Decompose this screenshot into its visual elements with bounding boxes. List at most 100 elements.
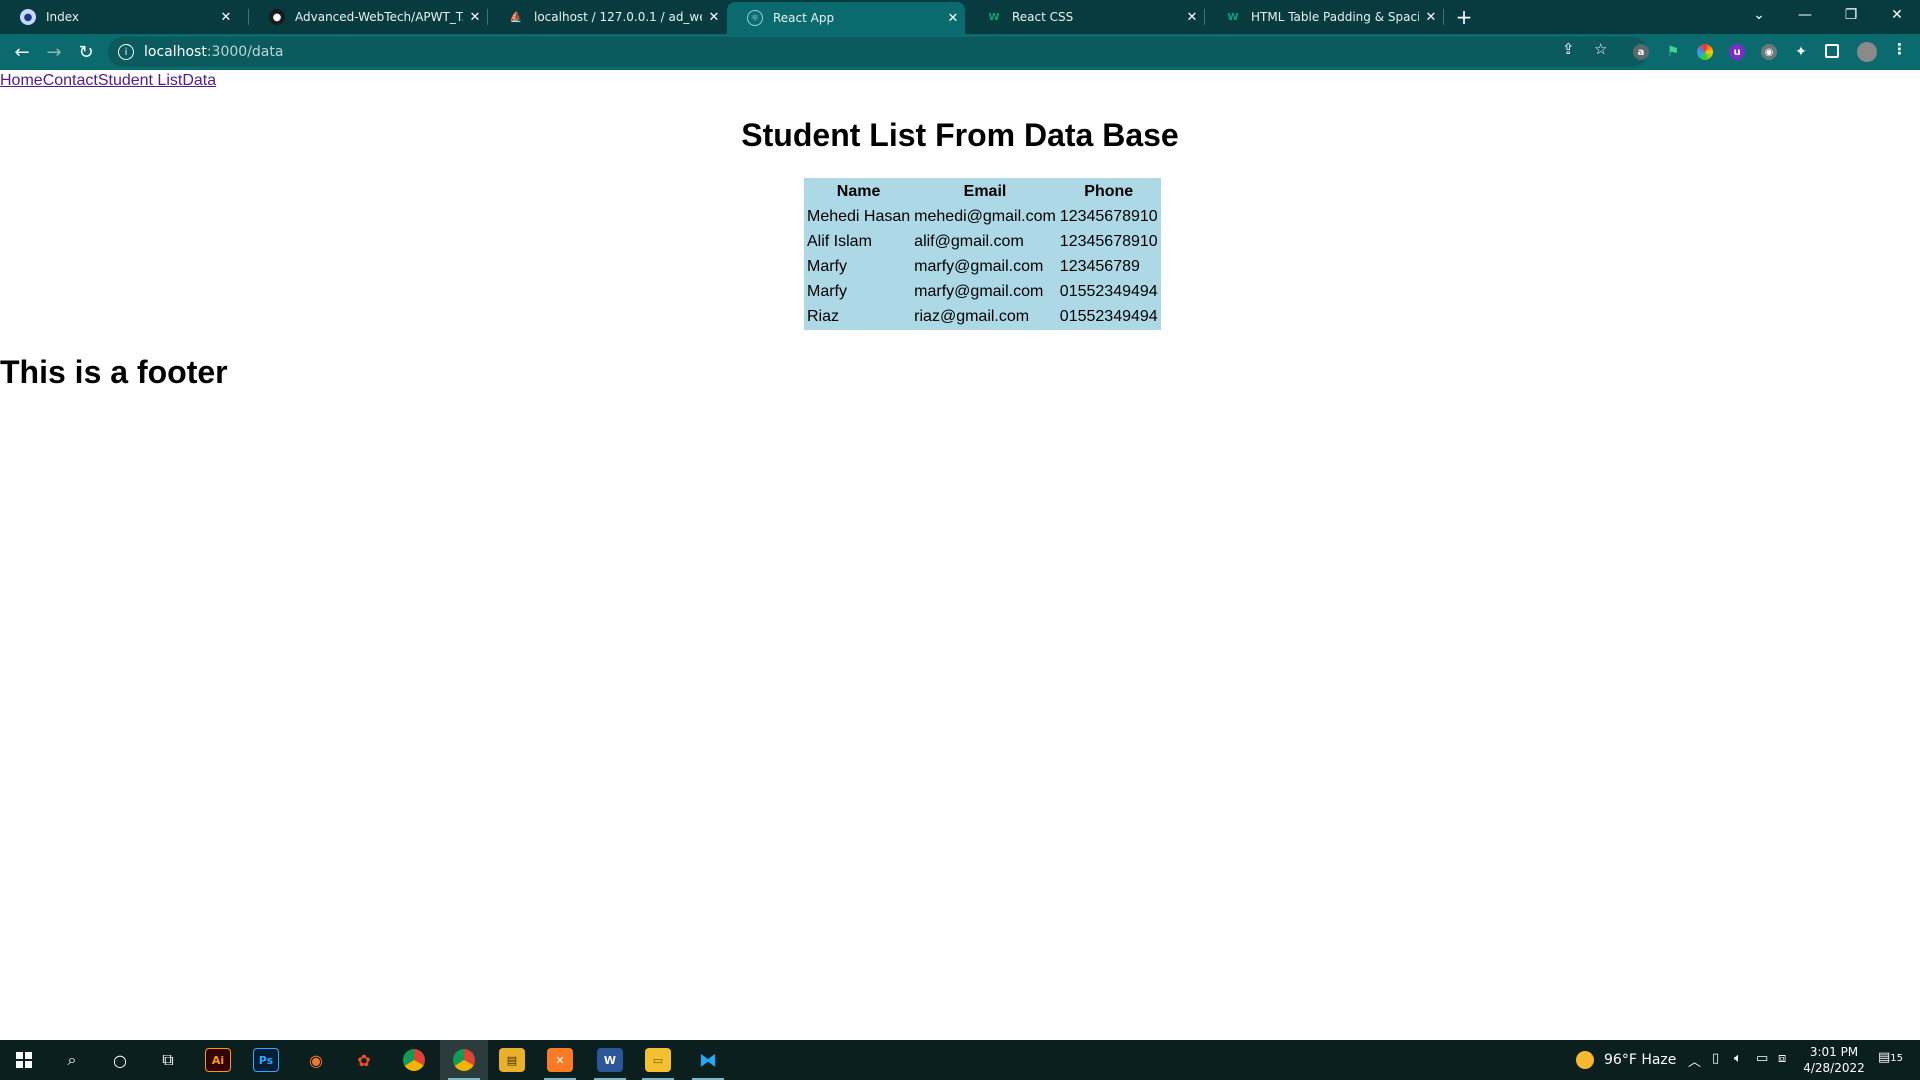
cortana-icon[interactable]: ○ xyxy=(96,1040,144,1080)
cell-email: marfy@gmail.com xyxy=(914,257,1044,275)
close-window-button[interactable]: ✕ xyxy=(1874,0,1920,30)
page-content: HomeContactStudent ListData Student List… xyxy=(0,70,1920,1040)
tray-overflow-chevron-icon[interactable]: ︿ xyxy=(1688,1051,1701,1070)
tab-react-app[interactable]: ⚛ React App ✕ xyxy=(727,2,965,34)
chrome-app-icon[interactable] xyxy=(390,1040,438,1080)
minimize-button[interactable]: — xyxy=(1782,0,1828,30)
screenshot-extension-icon[interactable]: ◉ xyxy=(1761,44,1777,60)
xampp-app-icon[interactable]: ✕ xyxy=(536,1040,584,1080)
extension-icon[interactable]: a xyxy=(1633,44,1649,60)
globe-icon: ● xyxy=(20,9,36,25)
url-path: :3000/data xyxy=(206,44,284,60)
notification-icon: ▤ xyxy=(1878,1050,1891,1065)
tab-title: localhost / 127.0.0.1 / ad_web / s xyxy=(534,10,702,24)
clock-time: 3:01 PM xyxy=(1809,1045,1859,1059)
table-row: Marfy marfy@gmail.com 01552349494 xyxy=(806,280,1159,303)
task-view-icon[interactable]: ⧉ xyxy=(144,1040,192,1080)
cell-phone: 123456789 xyxy=(1059,257,1140,275)
browser-tab-strip: ● Index ✕ ● Advanced-WebTech/APWT_TASK ✕… xyxy=(0,0,1920,34)
windows-start-icon[interactable] xyxy=(0,1040,48,1080)
page-footer: This is a footer xyxy=(0,354,228,390)
w3schools-icon: W xyxy=(1227,11,1239,23)
cell-phone: 01552349494 xyxy=(1059,282,1158,300)
cell-phone: 01552349494 xyxy=(1059,307,1158,325)
react-icon: ⚛ xyxy=(747,10,763,26)
display-icon[interactable]: ⧈ xyxy=(1778,1051,1786,1066)
close-icon[interactable]: ✕ xyxy=(941,11,965,26)
restore-button[interactable]: ❐ xyxy=(1828,0,1874,30)
search-icon[interactable]: ⌕ xyxy=(48,1040,96,1080)
file-explorer-app-icon[interactable]: ▭ xyxy=(634,1040,682,1080)
table-header-row: Name Email Phone xyxy=(806,180,1159,203)
cell-phone: 12345678910 xyxy=(1059,207,1158,225)
tab-react-css[interactable]: W React CSS ✕ xyxy=(966,0,1204,34)
bookmark-star-icon[interactable]: ☆ xyxy=(1594,40,1607,58)
tab-title: HTML Table Padding & Spacing xyxy=(1251,10,1419,24)
cell-name: Mehedi Hasan xyxy=(807,207,911,225)
tab-index[interactable]: ● Index ✕ xyxy=(0,0,238,34)
close-icon[interactable]: ✕ xyxy=(214,10,238,25)
table-row: Marfy marfy@gmail.com 123456789 xyxy=(806,255,1159,278)
close-icon[interactable]: ✕ xyxy=(463,10,487,25)
github-icon: ● xyxy=(269,9,285,25)
column-header-phone: Phone xyxy=(1084,182,1134,200)
chrome-dev-app-icon[interactable] xyxy=(440,1040,488,1080)
menu-kebab-icon[interactable]: ⋮ xyxy=(1892,40,1907,58)
close-icon[interactable]: ✕ xyxy=(702,10,726,25)
notes-app-icon[interactable]: ▤ xyxy=(488,1040,536,1080)
nav-link-home[interactable]: Home xyxy=(0,72,43,89)
reload-button[interactable]: ↻ xyxy=(72,38,100,66)
close-icon[interactable]: ✕ xyxy=(1419,10,1443,25)
url-host: localhost xyxy=(144,44,207,60)
word-app-icon[interactable]: W xyxy=(586,1040,634,1080)
back-button[interactable]: ← xyxy=(8,38,36,66)
system-clock[interactable]: 3:01 PM 4/28/2022 xyxy=(1800,1044,1868,1076)
cell-name: Alif Islam xyxy=(807,232,872,250)
page-title: Student List From Data Base xyxy=(741,117,1179,153)
profile-avatar[interactable] xyxy=(1857,42,1877,62)
cell-name: Marfy xyxy=(807,257,847,275)
tab-search-chevron-icon[interactable]: ⌄ xyxy=(1736,0,1782,30)
nav-link-data[interactable]: Data xyxy=(182,72,216,89)
share-icon[interactable]: ⇪ xyxy=(1562,40,1575,58)
extension-icon[interactable]: ⚑ xyxy=(1665,44,1681,60)
weather-widget[interactable]: 96°F Haze xyxy=(1576,1040,1676,1080)
blender-app-icon[interactable]: ◉ xyxy=(292,1040,340,1080)
cell-email: alif@gmail.com xyxy=(914,232,1024,250)
address-bar[interactable]: i localhost :3000/data xyxy=(108,37,1648,67)
tab-github[interactable]: ● Advanced-WebTech/APWT_TASK ✕ xyxy=(249,0,487,34)
volume-icon[interactable]: 🔈︎ xyxy=(1734,1051,1742,1066)
nav-link-contact[interactable]: Contact xyxy=(43,72,98,89)
tab-html-table-padding[interactable]: W HTML Table Padding & Spacing ✕ xyxy=(1205,0,1443,34)
photoshop-app-icon[interactable]: Ps xyxy=(242,1040,290,1080)
tab-phpmyadmin[interactable]: ⛵ localhost / 127.0.0.1 / ad_web / s ✕ xyxy=(488,0,726,34)
new-tab-button[interactable]: + xyxy=(1451,4,1477,30)
illustrator-app-icon[interactable]: Ai xyxy=(194,1040,242,1080)
student-table: Name Email Phone Mehedi Hasan mehedi@gma… xyxy=(804,178,1161,330)
cell-phone: 12345678910 xyxy=(1059,232,1158,250)
notification-count: 15 xyxy=(1890,1053,1904,1064)
tab-title: React App xyxy=(773,11,835,25)
battery-icon[interactable]: ▯ xyxy=(1712,1051,1719,1066)
table-row: Alif Islam alif@gmail.com 12345678910 xyxy=(806,230,1159,253)
side-panel-icon[interactable] xyxy=(1825,44,1839,58)
tab-title: React CSS xyxy=(1012,10,1074,24)
extension-icon[interactable]: u xyxy=(1729,44,1745,60)
figma-app-icon[interactable]: ✿ xyxy=(340,1040,388,1080)
tab-divider xyxy=(1443,9,1444,25)
table-row: Mehedi Hasan mehedi@gmail.com 1234567891… xyxy=(806,205,1159,228)
cell-email: marfy@gmail.com xyxy=(914,282,1044,300)
tab-title: Index xyxy=(46,10,80,24)
notification-center-button[interactable]: ▤15 xyxy=(1878,1050,1903,1065)
color-picker-extension-icon[interactable] xyxy=(1697,44,1713,60)
network-icon[interactable]: ▭ xyxy=(1756,1051,1768,1066)
site-info-icon[interactable]: i xyxy=(118,44,134,60)
phpmyadmin-icon: ⛵ xyxy=(509,11,523,23)
cell-name: Marfy xyxy=(807,282,847,300)
nav-link-student-list[interactable]: Student List xyxy=(98,72,183,89)
extensions-puzzle-icon[interactable]: ✦ xyxy=(1793,44,1809,60)
forward-button[interactable]: → xyxy=(40,38,68,66)
close-icon[interactable]: ✕ xyxy=(1180,10,1204,25)
vscode-app-icon[interactable]: ⧓ xyxy=(684,1040,732,1080)
column-header-name: Name xyxy=(836,182,881,200)
